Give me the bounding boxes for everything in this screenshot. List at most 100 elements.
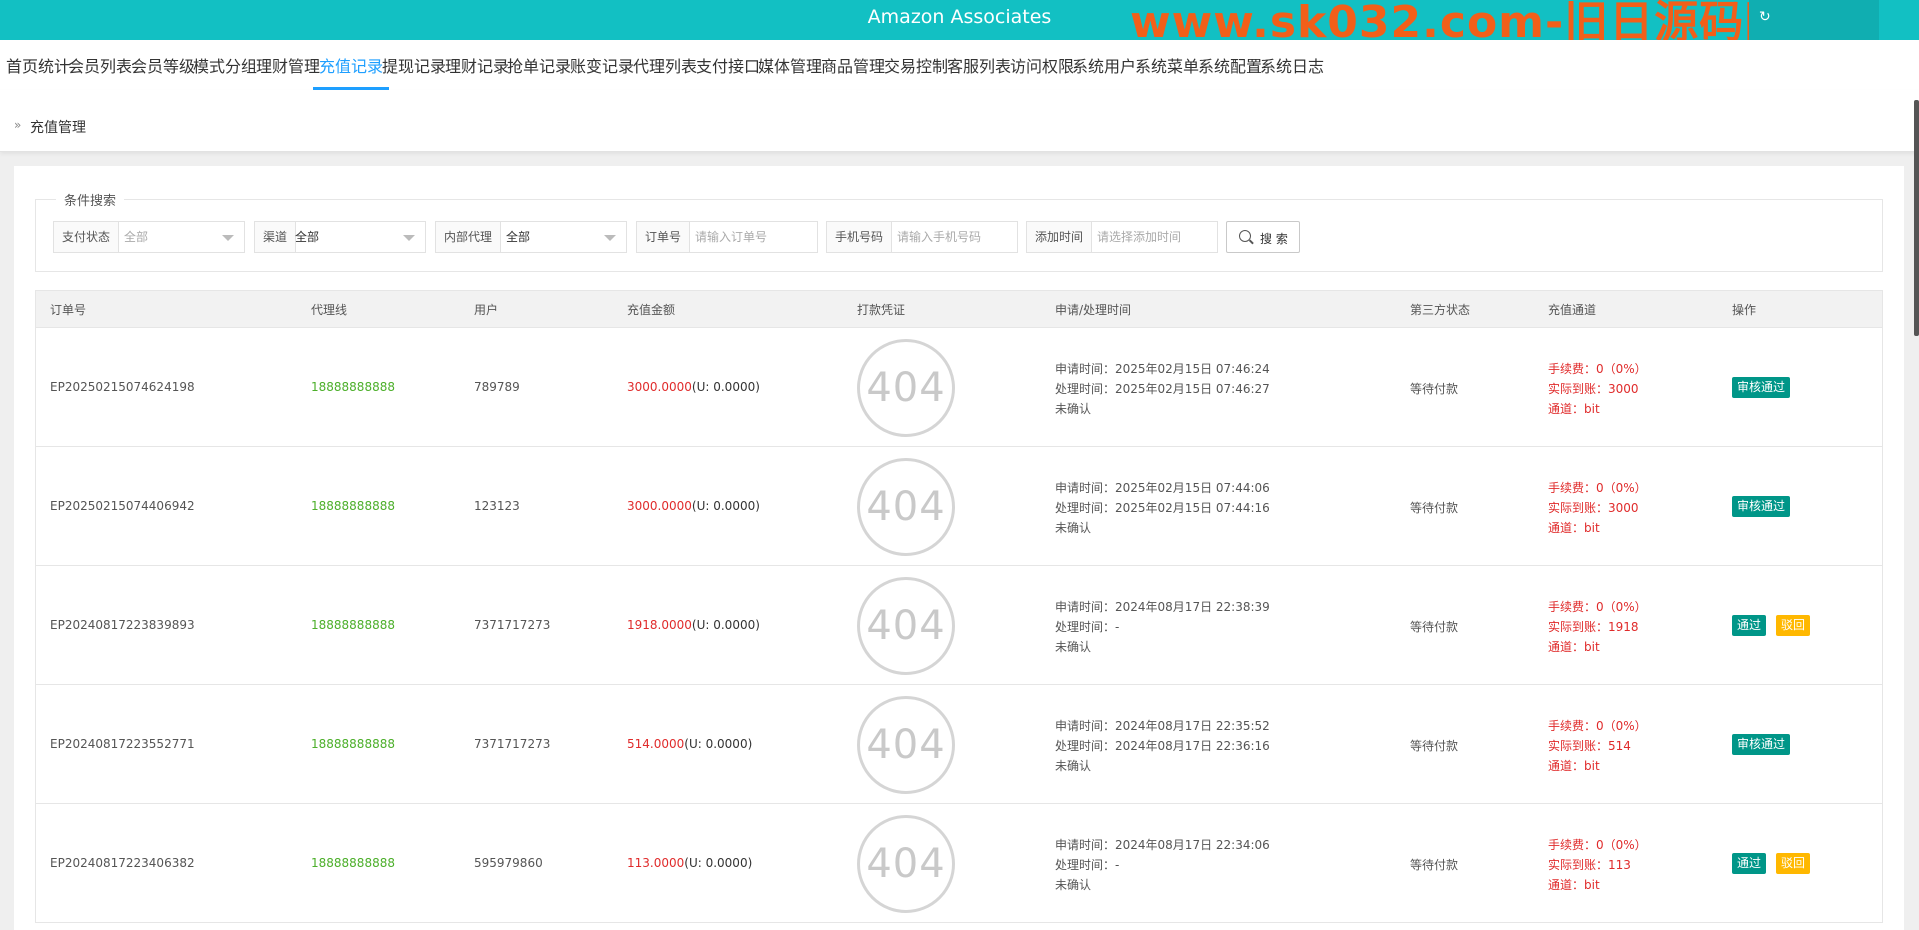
proof-image[interactable]: 404 [857,458,955,556]
amount: 3000.0000(U: 0.0000) [627,499,760,513]
approve-button[interactable]: 审核通过 [1732,377,1791,398]
add-time-input[interactable]: 请选择添加时间 [1097,222,1181,252]
pay-status-select[interactable]: 支付状态 全部 [53,221,245,253]
order-no: EP20250215074406942 [50,499,195,513]
search-button[interactable]: 搜 索 [1226,221,1300,253]
time-info: 申请时间：2025年02月15日 07:46:24 处理时间：2025年02月15… [1055,362,1270,416]
reject-button[interactable]: 驳回 [1776,615,1811,636]
chevron-down-icon [604,235,616,241]
nav-item-finance-records[interactable]: 理财记录 [445,40,509,90]
user-id: 123123 [474,499,520,513]
order-no-field[interactable]: 订单号 请输入订单号 [636,221,818,253]
nav-item-sys-log[interactable]: 系统日志 [1260,40,1324,90]
col-actions: 操作 [1732,303,1757,317]
nav-item-sys-config[interactable]: 系统配置 [1198,40,1262,90]
table-row: EP20250215074406942 18888888888 123123 3… [35,447,1883,566]
channel-select[interactable]: 渠道 全部 [254,221,426,253]
col-third-status: 第三方状态 [1410,303,1471,317]
table-row: EP20240817223552771 18888888888 73717172… [35,685,1883,804]
proof-image[interactable]: 404 [857,577,955,675]
agent-line: 18888888888 [311,499,395,513]
amount: 3000.0000(U: 0.0000) [627,380,760,394]
nav-item-dashboard[interactable]: 首页统计 [6,40,70,90]
approve-button[interactable]: 审核通过 [1732,496,1791,517]
nav-item-payment[interactable]: 支付接口 [696,40,760,90]
proof-image[interactable]: 404 [857,339,955,437]
col-amount: 充值金额 [627,303,676,317]
nav-item-media[interactable]: 媒体管理 [758,40,822,90]
col-user: 用户 [474,303,499,317]
nav-item-grab-orders[interactable]: 抢单记录 [507,40,571,90]
col-agent-line: 代理线 [311,303,348,317]
agent-line: 18888888888 [311,737,395,751]
order-no: EP20240817223552771 [50,737,195,751]
main-nav: 首页统计 会员列表 会员等级 模式分组 理财管理 充值记录 提现记录 理财记录 … [0,40,1919,90]
channel-label: 渠道 [255,222,297,252]
nav-item-account-changes[interactable]: 账变记录 [570,40,634,90]
third-status: 等待付款 [1410,739,1459,753]
nav-item-recharge[interactable]: 充值记录 [312,40,390,90]
third-status: 等待付款 [1410,620,1459,634]
nav-item-sys-menu[interactable]: 系统菜单 [1135,40,1199,90]
pass-button[interactable]: 通过 [1732,853,1767,874]
third-status: 等待付款 [1410,858,1459,872]
search-panel: 条件搜索 支付状态 全部 渠道 全部 内部代理 全部 订单号 请输入订单号 手机… [35,190,1883,272]
channel-info: 手续费：0（0%） 实际到账：3000 通道：bit [1548,362,1647,416]
nav-item-finance[interactable]: 理财管理 [256,40,320,90]
breadcrumb: » 充值管理 [0,90,1919,152]
nav-item-member-levels[interactable]: 会员等级 [131,40,195,90]
channel-info: 手续费：0（0%） 实际到账：113 通道：bit [1548,838,1647,892]
amount: 113.0000(U: 0.0000) [627,856,753,870]
agent-line: 18888888888 [311,380,395,394]
agent-line: 18888888888 [311,618,395,632]
third-status: 等待付款 [1410,501,1459,515]
table-row: EP20240817223406382 18888888888 59597986… [35,804,1883,923]
refresh-icon[interactable]: ↻ [1759,9,1771,25]
add-time-field[interactable]: 添加时间 请选择添加时间 [1026,221,1218,253]
user-id: 7371717273 [474,737,551,751]
col-channel: 充值通道 [1548,303,1597,317]
order-no-label: 订单号 [637,222,691,252]
phone-field[interactable]: 手机号码 请输入手机号码 [826,221,1018,253]
amount: 1918.0000(U: 0.0000) [627,618,760,632]
content-card: 条件搜索 支付状态 全部 渠道 全部 内部代理 全部 订单号 请输入订单号 手机… [14,166,1904,930]
chevron-down-icon [403,235,415,241]
pass-button[interactable]: 通过 [1732,615,1767,636]
channel-info: 手续费：0（0%） 实际到账：3000 通道：bit [1548,481,1647,535]
chevron-down-icon [222,235,234,241]
order-no: EP20240817223406382 [50,856,195,870]
approve-button[interactable]: 审核通过 [1732,734,1791,755]
agent-line: 18888888888 [311,856,395,870]
nav-item-support[interactable]: 客服列表 [947,40,1011,90]
inner-agent-value: 全部 [506,230,531,244]
double-chevron-right-icon: » [14,118,22,132]
nav-item-access[interactable]: 访问权限 [1010,40,1074,90]
order-no-input[interactable]: 请输入订单号 [695,222,767,252]
user-menu[interactable]: ↻ [1749,0,1879,40]
phone-label: 手机号码 [827,222,893,252]
nav-item-sys-users[interactable]: 系统用户 [1072,40,1136,90]
nav-item-agents[interactable]: 代理列表 [633,40,697,90]
nav-item-withdraw[interactable]: 提现记录 [382,40,446,90]
search-button-label: 搜 索 [1260,232,1288,246]
time-info: 申请时间：2025年02月15日 07:44:06 处理时间：2025年02月15… [1055,481,1270,535]
nav-item-trade-control[interactable]: 交易控制 [884,40,948,90]
col-order-no: 订单号 [50,303,87,317]
user-id: 595979860 [474,856,543,870]
proof-image[interactable]: 404 [857,696,955,794]
order-no: EP20240817223839893 [50,618,195,632]
page-scrollbar[interactable] [1914,100,1919,336]
phone-input[interactable]: 请输入手机号码 [897,222,981,252]
proof-image[interactable]: 404 [857,815,955,913]
nav-item-products[interactable]: 商品管理 [821,40,885,90]
user-id: 789789 [474,380,520,394]
nav-item-mode-groups[interactable]: 模式分组 [193,40,257,90]
channel-info: 手续费：0（0%） 实际到账：1918 通道：bit [1548,600,1647,654]
reject-button[interactable]: 驳回 [1776,853,1811,874]
col-time: 申请/处理时间 [1055,303,1132,317]
nav-item-members[interactable]: 会员列表 [68,40,132,90]
order-no: EP20250215074624198 [50,380,195,394]
pay-status-label: 支付状态 [54,222,120,252]
inner-agent-select[interactable]: 内部代理 全部 [435,221,627,253]
time-info: 申请时间：2024年08月17日 22:38:39 处理时间：- 未确认 [1055,600,1270,654]
